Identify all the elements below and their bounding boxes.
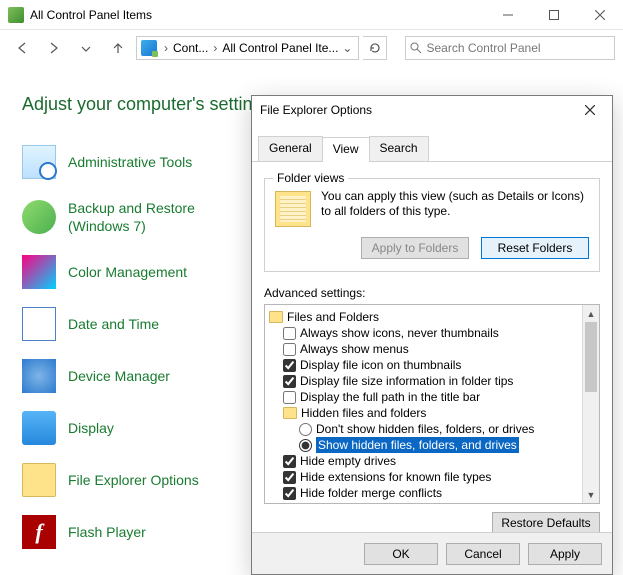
opt-hide-extensions[interactable]: Hide extensions for known file types <box>269 469 580 485</box>
opt-full-path-titlebar[interactable]: Display the full path in the title bar <box>269 389 580 405</box>
tab-page-view: Folder views You can apply this view (su… <box>252 162 612 534</box>
opt-hide-empty-drives[interactable]: Hide empty drives <box>269 453 580 469</box>
opt-hide-merge-conflicts[interactable]: Hide folder merge conflicts <box>269 485 580 501</box>
date-time-icon <box>22 307 56 341</box>
tab-view[interactable]: View <box>322 137 370 162</box>
toolbar: › Cont... › All Control Panel Ite... ⌄ S… <box>0 30 623 66</box>
control-panel-icon <box>8 7 24 23</box>
folder-view-icon <box>275 191 311 227</box>
tab-general[interactable]: General <box>258 136 323 161</box>
up-button[interactable] <box>104 34 132 62</box>
tree-hidden-files: Hidden files and folders <box>301 405 426 421</box>
opt-always-icons[interactable]: Always show icons, never thumbnails <box>269 325 580 341</box>
scrollbar[interactable]: ▲ ▼ <box>582 305 599 503</box>
opt-file-icon-thumb[interactable]: Display file icon on thumbnails <box>269 357 580 373</box>
file-explorer-options-dialog: File Explorer Options General View Searc… <box>251 95 613 575</box>
back-button[interactable] <box>8 34 36 62</box>
opt-always-menus[interactable]: Always show menus <box>269 341 580 357</box>
chevron-right-icon[interactable]: › <box>161 41 171 55</box>
folder-views-legend: Folder views <box>273 171 348 185</box>
folder-views-group: Folder views You can apply this view (su… <box>264 178 600 272</box>
breadcrumb-seg-1[interactable]: Cont... <box>171 41 210 55</box>
checkbox[interactable] <box>283 375 296 388</box>
dialog-close-button[interactable] <box>576 99 604 121</box>
checkbox[interactable] <box>283 455 296 468</box>
scroll-down-icon[interactable]: ▼ <box>583 486 599 503</box>
tab-search[interactable]: Search <box>369 136 429 161</box>
tab-bar: General View Search <box>252 128 612 162</box>
flash-icon: f <box>22 515 56 549</box>
backup-icon <box>22 200 56 234</box>
dialog-title: File Explorer Options <box>260 103 576 117</box>
checkbox[interactable] <box>283 391 296 404</box>
opt-dont-show-hidden[interactable]: Don't show hidden files, folders, or dri… <box>269 421 580 437</box>
refresh-button[interactable] <box>363 36 387 60</box>
minimize-button[interactable] <box>485 0 531 30</box>
checkbox[interactable] <box>283 487 296 500</box>
admin-tools-icon <box>22 145 56 179</box>
folder-views-text: You can apply this view (such as Details… <box>321 189 589 227</box>
radio[interactable] <box>299 439 312 452</box>
apply-to-folders-button: Apply to Folders <box>361 237 469 259</box>
ok-button[interactable]: OK <box>364 543 438 565</box>
tree-root: Files and Folders <box>287 309 379 325</box>
control-panel-icon <box>141 40 157 56</box>
opt-show-hidden[interactable]: Show hidden files, folders, and drives <box>269 437 580 453</box>
color-mgmt-icon <box>22 255 56 289</box>
dialog-button-bar: OK Cancel Apply <box>252 532 612 574</box>
scroll-thumb[interactable] <box>585 322 597 392</box>
dialog-titlebar: File Explorer Options <box>252 96 612 124</box>
reset-folders-button[interactable]: Reset Folders <box>481 237 589 259</box>
checkbox[interactable] <box>283 359 296 372</box>
search-placeholder: Search Control Panel <box>426 41 540 55</box>
checkbox[interactable] <box>283 343 296 356</box>
search-icon <box>410 42 422 54</box>
device-mgr-icon <box>22 359 56 393</box>
maximize-button[interactable] <box>531 0 577 30</box>
display-icon <box>22 411 56 445</box>
chevron-right-icon[interactable]: › <box>210 41 220 55</box>
scroll-up-icon[interactable]: ▲ <box>583 305 599 322</box>
folder-icon <box>283 407 297 419</box>
address-bar[interactable]: › Cont... › All Control Panel Ite... ⌄ <box>136 36 359 60</box>
search-input[interactable]: Search Control Panel <box>405 36 615 60</box>
advanced-settings-tree[interactable]: Files and Folders Always show icons, nev… <box>264 304 600 504</box>
apply-button[interactable]: Apply <box>528 543 602 565</box>
file-explorer-options-icon <box>22 463 56 497</box>
restore-defaults-button[interactable]: Restore Defaults <box>492 512 600 534</box>
window-title: All Control Panel Items <box>30 8 485 22</box>
breadcrumb-seg-2[interactable]: All Control Panel Ite... <box>220 41 340 55</box>
advanced-settings-label: Advanced settings: <box>264 286 600 300</box>
recent-button[interactable] <box>72 34 100 62</box>
opt-file-size-tips[interactable]: Display file size information in folder … <box>269 373 580 389</box>
folder-icon <box>269 311 283 323</box>
forward-button[interactable] <box>40 34 68 62</box>
cancel-button[interactable]: Cancel <box>446 543 520 565</box>
checkbox[interactable] <box>283 471 296 484</box>
close-button[interactable] <box>577 0 623 30</box>
window-titlebar: All Control Panel Items <box>0 0 623 30</box>
chevron-down-icon[interactable]: ⌄ <box>340 41 358 55</box>
radio[interactable] <box>299 423 312 436</box>
checkbox[interactable] <box>283 327 296 340</box>
